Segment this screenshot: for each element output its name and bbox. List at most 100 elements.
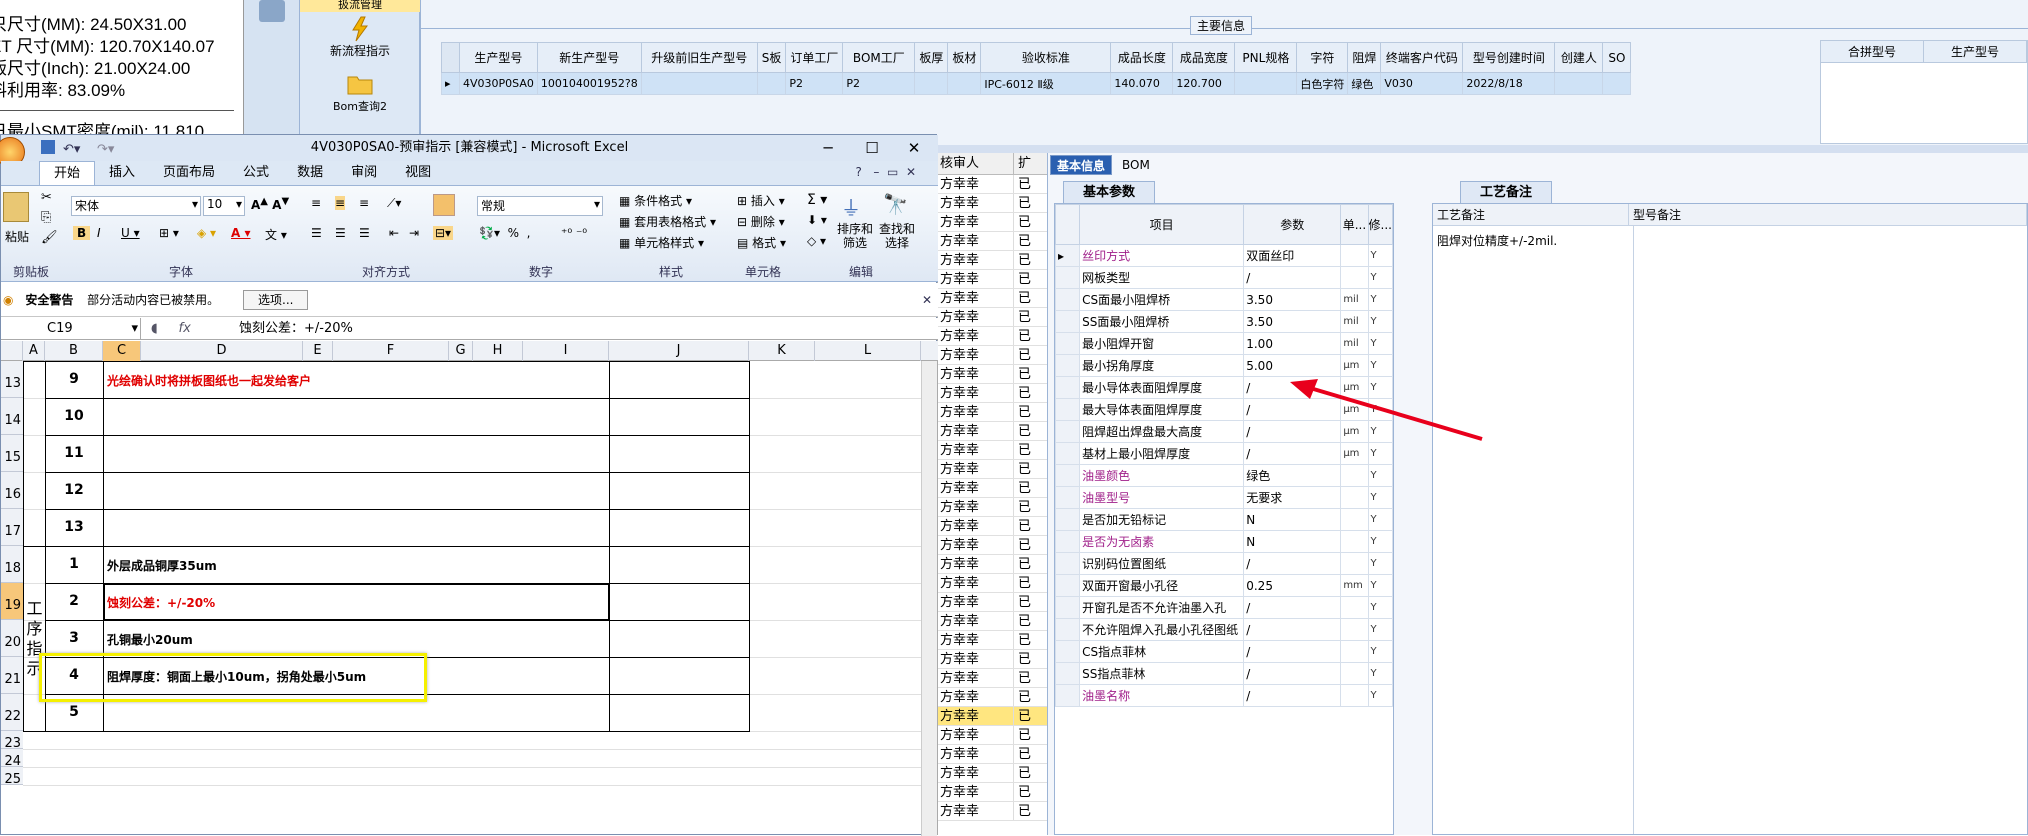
reviewer-row[interactable]: 方幸幸已 (938, 707, 1047, 726)
column-header[interactable]: K (749, 341, 815, 361)
notes-col-process[interactable]: 工艺备注 (1433, 204, 1629, 225)
row-indicator[interactable] (1054, 310, 1081, 333)
main-info-col-header[interactable]: 成品宽度 (1172, 42, 1236, 73)
extra-cell[interactable] (609, 435, 750, 473)
delete-cells-button[interactable]: ⊟ 删除 ▾ (737, 213, 785, 230)
extra-cell[interactable] (609, 509, 750, 547)
printer-icon[interactable] (259, 0, 285, 22)
param-value[interactable]: 无要求 (1243, 486, 1342, 509)
param-row[interactable]: 油墨颜色 绿色 Y (1054, 464, 1394, 487)
font-size-select[interactable]: 10 ▾ (203, 196, 245, 216)
align-top-icon[interactable]: ≡ (311, 196, 321, 210)
ribbon-tab[interactable]: 视图 (391, 161, 445, 185)
column-header[interactable]: D (141, 341, 303, 361)
ribbon-tab[interactable]: 数据 (283, 161, 337, 185)
row-indicator[interactable] (1054, 618, 1081, 641)
row-indicator[interactable] (1054, 530, 1081, 553)
main-info-cell[interactable] (1554, 72, 1604, 95)
param-value[interactable]: / (1243, 618, 1342, 641)
extra-cell[interactable] (609, 657, 750, 695)
row-indicator[interactable] (1054, 552, 1081, 575)
align-left-icon[interactable]: ☰ (311, 226, 322, 240)
close-icon[interactable]: ✕ (922, 283, 932, 317)
row-indicator[interactable] (1054, 376, 1081, 399)
row-indicator[interactable]: ▸ (441, 72, 460, 95)
row-header[interactable]: 16 (1, 472, 23, 509)
row-indicator[interactable] (1054, 332, 1081, 355)
extra-cell[interactable] (609, 361, 750, 399)
tab-bom[interactable]: BOM (1116, 155, 1156, 175)
param-row[interactable]: 开窗孔是否不允许油墨入孔 / Y (1054, 596, 1394, 619)
reviewer-row[interactable]: 方幸幸已 (938, 175, 1047, 194)
reviewer-row[interactable]: 方幸幸已 (938, 308, 1047, 327)
main-info-cell[interactable]: 140.070 (1110, 72, 1174, 95)
font-name-select[interactable]: 宋体 ▾ (71, 196, 201, 216)
reviewer-row[interactable]: 方幸幸已 (938, 726, 1047, 745)
row-header[interactable]: 25 (1, 767, 23, 787)
row-header[interactable]: 20 (1, 620, 23, 657)
ribbon-tab[interactable]: 开始 (39, 161, 96, 185)
notes-col-model[interactable]: 型号备注 (1629, 204, 2027, 225)
reviewer-header[interactable]: 核审人 (938, 153, 1014, 174)
formula-input[interactable]: 蚀刻公差：+/-20% (239, 318, 353, 340)
reviewer-row[interactable]: 方幸幸已 (938, 555, 1047, 574)
reviewer-row[interactable]: 方幸幸已 (938, 251, 1047, 270)
format-cells-button[interactable]: ▤ 格式 ▾ (737, 234, 786, 251)
sort-filter-button[interactable]: 排序和筛选 (835, 222, 875, 250)
col-value[interactable]: 参数 (1243, 204, 1342, 245)
reviewer-row[interactable]: 方幸幸已 (938, 289, 1047, 308)
extra-cell[interactable] (609, 620, 750, 658)
main-info-col-header[interactable]: 验收标准 (980, 42, 1112, 73)
indent-decrease-icon[interactable]: ⇤ (389, 226, 399, 240)
fill-color-icon[interactable]: ◈ ▾ (197, 226, 216, 240)
reviewer-row[interactable]: 方幸幸已 (938, 517, 1047, 536)
param-row[interactable]: 油墨名称 / Y (1054, 684, 1394, 707)
main-info-cell[interactable]: 2022/8/18 (1462, 72, 1556, 95)
row-indicator[interactable]: ▸ (1054, 244, 1081, 267)
instruction-cell[interactable] (103, 435, 610, 473)
row-indicator[interactable] (1054, 596, 1081, 619)
row-header[interactable]: 18 (1, 546, 23, 583)
border-icon[interactable]: ⊞ ▾ (159, 226, 179, 240)
main-info-col-header[interactable]: 创建人 (1554, 42, 1604, 73)
new-flow-button[interactable]: 新流程指示 (300, 16, 420, 59)
tool-top-label[interactable]: 扱流管理 (300, 0, 420, 12)
cell-style-button[interactable]: ▦ 单元格样式 ▾ (619, 234, 704, 251)
number-format-select[interactable]: 常规 ▾ (477, 196, 603, 216)
main-info-cell[interactable] (914, 72, 949, 95)
param-value[interactable]: N (1243, 508, 1342, 531)
help-icon[interactable]: ? – ▭ ✕ (856, 165, 916, 179)
reviewer-row[interactable]: 方幸幸已 (938, 650, 1047, 669)
param-row[interactable]: 最小拐角厚度 5.00 μm Y (1054, 354, 1394, 377)
param-row[interactable]: 网板类型 / Y (1054, 266, 1394, 289)
extra-cell[interactable] (609, 583, 750, 621)
reviewer-row[interactable]: 方幸幸已 (938, 232, 1047, 251)
extra-cell[interactable] (609, 546, 750, 584)
row-indicator[interactable] (1054, 508, 1081, 531)
reviewer-row[interactable]: 方幸幸已 (938, 631, 1047, 650)
find-icon[interactable]: 🔭 (883, 192, 908, 216)
fx-icon[interactable]: ◖ fx (151, 318, 191, 340)
row-header[interactable]: 13 (1, 361, 23, 398)
param-row[interactable]: 油墨型号 无要求 Y (1054, 486, 1394, 509)
reviewer-row[interactable]: 方幸幸已 (938, 612, 1047, 631)
reviewer-row[interactable]: 方幸幸已 (938, 536, 1047, 555)
save-icon[interactable] (41, 140, 55, 154)
reviewer-row[interactable]: 方幸幸已 (938, 669, 1047, 688)
orientation-icon[interactable]: ⟋▾ (387, 196, 401, 211)
main-info-cell[interactable] (947, 72, 982, 95)
font-color-icon[interactable]: A ▾ (231, 226, 251, 240)
insert-cells-button[interactable]: ⊞ 插入 ▾ (737, 192, 785, 209)
grow-font-icon[interactable]: A▲ A▼ (251, 196, 289, 212)
main-info-cell[interactable]: V030 (1380, 72, 1464, 95)
param-value[interactable]: N (1243, 530, 1342, 553)
main-info-cell[interactable] (1602, 72, 1632, 95)
param-value[interactable]: 3.50 (1243, 310, 1342, 333)
param-value[interactable]: / (1243, 684, 1342, 707)
align-center-icon[interactable]: ☰ (335, 226, 346, 240)
param-row[interactable]: ▸ 丝印方式 双面丝印 Y (1054, 244, 1394, 267)
main-info-col-header[interactable]: 成品长度 (1110, 42, 1174, 73)
merge-center-icon[interactable]: ⊟▾ (433, 226, 454, 240)
instruction-cell[interactable] (103, 472, 610, 510)
row-header[interactable]: 21 (1, 657, 23, 694)
